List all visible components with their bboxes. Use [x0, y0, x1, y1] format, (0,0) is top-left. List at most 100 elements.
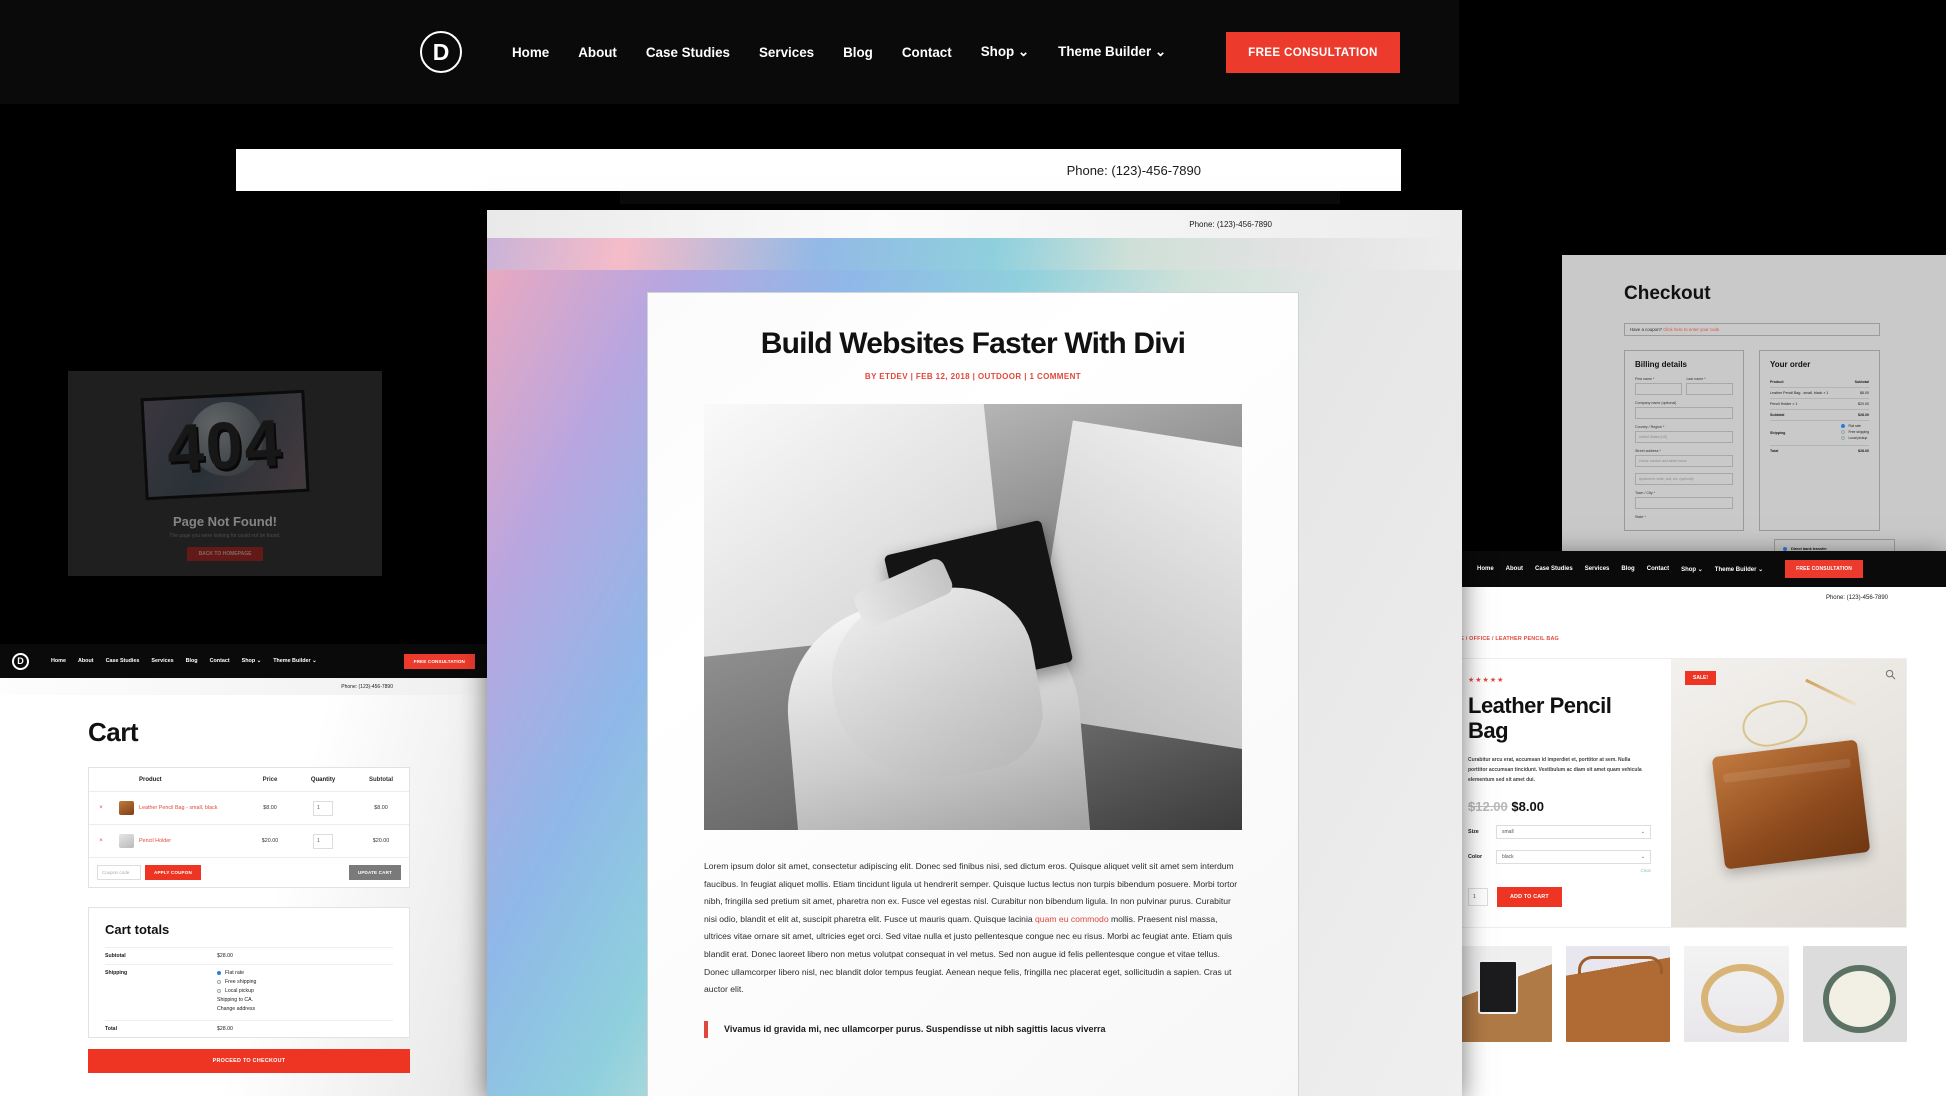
- related-product-vintage-wall-clock[interactable]: [1802, 946, 1907, 1043]
- product-name[interactable]: Pencil Holder: [139, 838, 247, 844]
- coupon-input[interactable]: Coupon code: [97, 865, 141, 880]
- add-to-cart-button[interactable]: ADD TO CART: [1497, 887, 1562, 908]
- nav-item-home[interactable]: Home: [51, 658, 66, 664]
- table-row[interactable]: × Pencil Holder $20.00 1 $20.00: [89, 825, 409, 858]
- first-name-field[interactable]: [1635, 383, 1682, 395]
- cart-totals-card: Cart totals Subtotal $28.00 Shipping Fla…: [88, 907, 410, 1038]
- chevron-down-icon: ⌄: [1154, 44, 1167, 59]
- quantity-stepper[interactable]: 1: [1468, 888, 1488, 907]
- order-table-header: Product Subtotal: [1770, 377, 1869, 387]
- billing-details-card: Billing details First name * Last name *…: [1624, 350, 1744, 531]
- add-to-cart-row: 1 ADD TO CART: [1468, 887, 1651, 908]
- product-gallery[interactable]: SALE!: [1671, 659, 1906, 928]
- nav-item-home[interactable]: Home: [512, 45, 549, 60]
- inline-link[interactable]: quam eu commodo: [1035, 914, 1109, 924]
- table-row[interactable]: × Leather Pencil Bag - small, black $8.0…: [89, 792, 409, 825]
- shipping-option-free-shipping[interactable]: Free shipping: [217, 979, 256, 985]
- blog-phone-bar: Phone: (123)-456-7890: [487, 210, 1462, 238]
- window-blog-post[interactable]: Phone: (123)-456-7890 Build Websites Fas…: [487, 210, 1462, 1096]
- breadcrumb[interactable]: HOME / OFFICE / LEATHER PENCIL BAG: [1447, 636, 1946, 642]
- country-select[interactable]: United States (US): [1635, 431, 1733, 443]
- quantity-stepper[interactable]: 1: [313, 833, 333, 849]
- nav-item-home[interactable]: Home: [1477, 566, 1494, 572]
- main-nav-links: Home About Case Studies Services Blog Co…: [512, 44, 1166, 60]
- product-price: $8.00: [263, 805, 277, 811]
- nav-item-services[interactable]: Services: [1585, 566, 1610, 572]
- divi-logo-icon[interactable]: D: [12, 652, 29, 670]
- size-select[interactable]: small ⌄: [1496, 825, 1651, 840]
- related-product-wooden-headphones[interactable]: [1684, 946, 1789, 1043]
- subtotal-value: $28.00: [217, 953, 233, 959]
- color-select[interactable]: black ⌄: [1496, 850, 1651, 865]
- coupon-link[interactable]: Click here to enter your code: [1663, 327, 1719, 332]
- coupon-notice[interactable]: Have a coupon? Click here to enter your …: [1624, 323, 1880, 336]
- product-price: $12.00 $8.00: [1468, 799, 1651, 814]
- nav-item-services[interactable]: Services: [151, 658, 173, 664]
- zoom-icon[interactable]: [1885, 669, 1896, 680]
- top-phone-bar: Phone: (123)-456-7890: [236, 149, 1401, 191]
- related-product-leather-duffel-bag[interactable]: [1565, 946, 1670, 1043]
- nav-item-shop[interactable]: Shop ⌄: [981, 44, 1029, 60]
- subtotal-row: Subtotal $28.00: [105, 947, 393, 964]
- cart-actions: Coupon code APPLY COUPON UPDATE CART: [89, 858, 409, 887]
- related-product-phone-wallet[interactable]: [1447, 946, 1552, 1043]
- nav-item-contact[interactable]: Contact: [210, 658, 230, 664]
- nav-item-about[interactable]: About: [578, 45, 617, 60]
- street-line2-field[interactable]: Apartment, suite, unit, etc. (optional): [1635, 473, 1733, 485]
- chevron-down-icon: ⌄: [1640, 829, 1645, 836]
- nav-item-case-studies[interactable]: Case Studies: [1535, 566, 1573, 572]
- nav-item-theme-builder[interactable]: Theme Builder ⌄: [1715, 566, 1763, 573]
- city-label: Town / City *: [1635, 491, 1655, 495]
- nav-item-contact[interactable]: Contact: [902, 45, 952, 60]
- window-404-page[interactable]: 404 Page Not Found! The page you were lo…: [68, 371, 382, 576]
- nav-item-theme-builder[interactable]: Theme Builder ⌄: [273, 658, 316, 664]
- nav-item-services[interactable]: Services: [759, 45, 814, 60]
- shipping-option-flat-rate[interactable]: Flat rate: [217, 970, 256, 976]
- remove-item-button[interactable]: ×: [89, 805, 113, 811]
- nav-item-about[interactable]: About: [1506, 566, 1523, 572]
- shipping-label: Shipping: [105, 970, 128, 976]
- blog-article-sheet: Build Websites Faster With Divi BY ETDEV…: [647, 292, 1299, 1096]
- update-cart-button[interactable]: UPDATE CART: [348, 865, 401, 880]
- free-consultation-button[interactable]: FREE CONSULTATION: [1226, 31, 1400, 73]
- nav-item-case-studies[interactable]: Case Studies: [646, 45, 730, 60]
- street-field[interactable]: House number and street name: [1635, 455, 1733, 467]
- radio-icon: [217, 989, 221, 993]
- company-label: Company name (optional): [1635, 401, 1677, 405]
- nav-item-case-studies[interactable]: Case Studies: [106, 658, 140, 664]
- divi-logo-icon[interactable]: D: [420, 31, 462, 73]
- nav-item-blog[interactable]: Blog: [186, 658, 198, 664]
- free-consultation-button[interactable]: FREE CONSULTATION: [1785, 560, 1864, 578]
- proceed-to-checkout-button[interactable]: PROCEED TO CHECKOUT: [88, 1049, 410, 1073]
- product-subtotal: $8.00: [374, 805, 388, 811]
- nav-item-shop[interactable]: Shop ⌄: [242, 658, 262, 664]
- first-name-label: First name *: [1635, 377, 1655, 381]
- order-ship-free[interactable]: Free shipping: [1841, 430, 1869, 434]
- nav-item-shop[interactable]: Shop ⌄: [1681, 566, 1703, 573]
- nav-item-theme-builder[interactable]: Theme Builder ⌄: [1058, 44, 1166, 60]
- post-meta[interactable]: BY ETDEV | FEB 12, 2018 | OUTDOOR | 1 CO…: [704, 372, 1242, 381]
- window-cart-page[interactable]: D Home About Case Studies Services Blog …: [0, 644, 487, 1096]
- nav-item-blog[interactable]: Blog: [1621, 566, 1634, 572]
- product-name[interactable]: Leather Pencil Bag - small, black: [139, 805, 247, 811]
- total-value: $28.00: [217, 1026, 233, 1032]
- col-product: Product: [139, 776, 162, 783]
- quantity-stepper[interactable]: 1: [313, 800, 333, 816]
- window-checkout-page[interactable]: Checkout Have a coupon? Click here to en…: [1562, 255, 1946, 575]
- apply-coupon-button[interactable]: APPLY COUPON: [145, 865, 201, 880]
- clear-variations-link[interactable]: Clear: [1468, 868, 1652, 873]
- nav-item-about[interactable]: About: [78, 658, 94, 664]
- order-ship-flat-rate[interactable]: Flat rate: [1841, 424, 1869, 428]
- change-address-link[interactable]: Change address: [217, 1006, 256, 1012]
- remove-item-button[interactable]: ×: [89, 838, 113, 844]
- company-field[interactable]: [1635, 407, 1733, 419]
- free-consultation-button[interactable]: FREE CONSULTATION: [403, 653, 475, 669]
- col-quantity: Quantity: [310, 776, 336, 783]
- shipping-option-local-pickup[interactable]: Local pickup: [217, 988, 256, 994]
- order-ship-pickup[interactable]: Local pickup: [1841, 436, 1869, 440]
- last-name-field[interactable]: [1686, 383, 1733, 395]
- nav-item-blog[interactable]: Blog: [843, 45, 873, 60]
- product-thumbnail: [118, 834, 134, 848]
- nav-item-contact[interactable]: Contact: [1647, 566, 1669, 572]
- city-field[interactable]: [1635, 497, 1733, 509]
